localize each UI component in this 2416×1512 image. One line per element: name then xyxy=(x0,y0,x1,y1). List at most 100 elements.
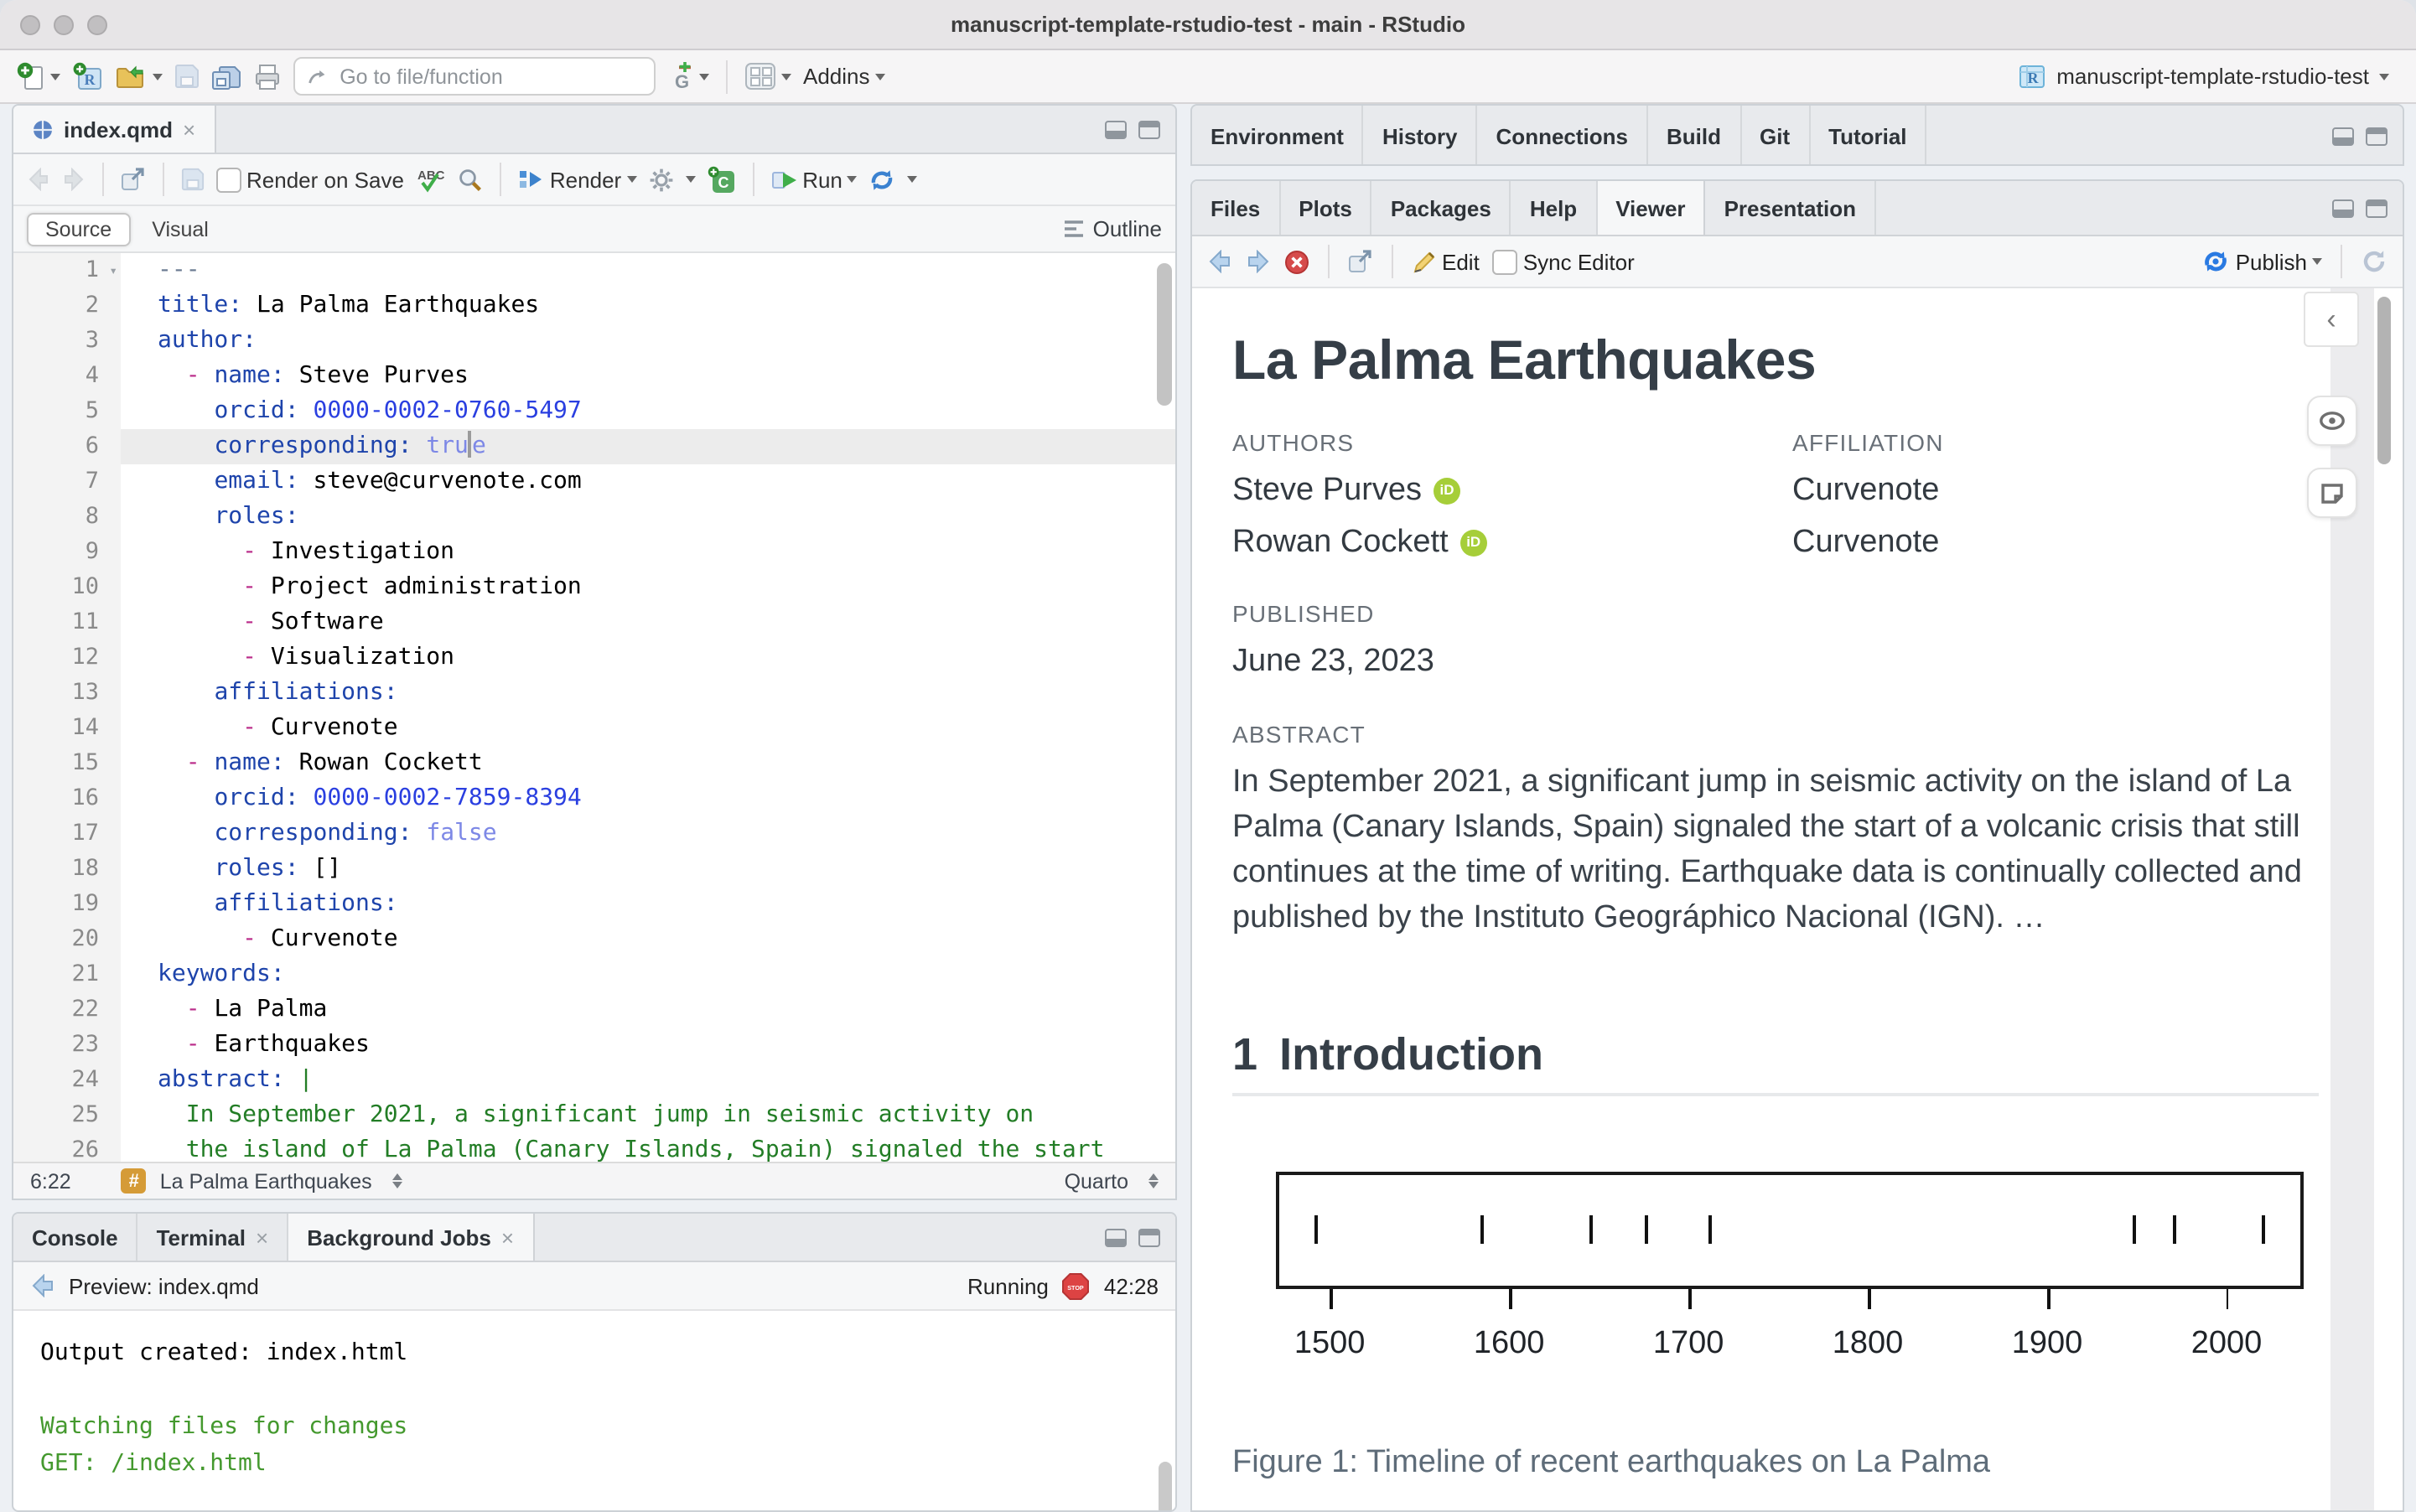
tab-background-jobs[interactable]: Background Jobs × xyxy=(288,1214,534,1261)
new-project-button[interactable]: R xyxy=(72,61,104,91)
maximize-pane-icon[interactable] xyxy=(2366,199,2387,217)
refresh-icon[interactable] xyxy=(2361,248,2387,275)
code-line[interactable]: 9 - Investigation xyxy=(13,535,1175,570)
viewer-content[interactable]: La Palma Earthquakes AUTHORS Steve Purve… xyxy=(1192,288,2403,1510)
fold-icon[interactable]: ▾ xyxy=(109,253,117,288)
stop-icon[interactable]: STOP xyxy=(1062,1271,1091,1300)
forward-icon[interactable] xyxy=(62,168,86,191)
orcid-icon[interactable]: iD xyxy=(1459,529,1487,556)
minimize-pane-icon[interactable] xyxy=(1105,1228,1127,1246)
tab-help[interactable]: Help xyxy=(1511,181,1598,235)
code-line[interactable]: 11 - Software xyxy=(13,605,1175,640)
code-line[interactable]: 4 - name: Steve Purves xyxy=(13,359,1175,394)
code-line[interactable]: 25 In September 2021, a significant jump… xyxy=(13,1098,1175,1133)
gear-icon[interactable] xyxy=(648,167,673,192)
code-line[interactable]: 26 the island of La Palma (Canary Island… xyxy=(13,1133,1175,1165)
tab-terminal[interactable]: Terminal × xyxy=(138,1214,289,1261)
close-icon[interactable]: × xyxy=(501,1225,514,1250)
section-selector[interactable]: La Palma Earthquakes xyxy=(160,1169,372,1193)
code-line[interactable]: 3 author: xyxy=(13,324,1175,359)
code-line[interactable]: 20 - Curvenote xyxy=(13,922,1175,957)
edit-button[interactable]: Edit xyxy=(1412,249,1480,274)
back-icon[interactable] xyxy=(1207,250,1232,273)
tab-presentation[interactable]: Presentation xyxy=(1706,181,1877,235)
tab-connections[interactable]: Connections xyxy=(1478,106,1648,164)
visibility-button[interactable] xyxy=(2307,396,2357,446)
code-line[interactable]: 6 corresponding: tru e xyxy=(13,429,1175,464)
popout-icon[interactable] xyxy=(1348,250,1373,273)
publish-button[interactable]: Publish xyxy=(2202,248,2322,275)
mode-spinner-icon[interactable] xyxy=(1148,1173,1159,1188)
tab-history[interactable]: History xyxy=(1364,106,1478,164)
maximize-pane-icon[interactable] xyxy=(1138,120,1160,138)
code-line[interactable]: 8 roles: xyxy=(13,500,1175,535)
clear-viewer-icon[interactable] xyxy=(1284,249,1309,274)
search-icon[interactable] xyxy=(458,167,483,192)
code-line[interactable]: 16 orcid: 0000-0002-7859-8394 xyxy=(13,781,1175,816)
save-all-button[interactable] xyxy=(211,63,241,90)
tab-plots[interactable]: Plots xyxy=(1280,181,1372,235)
tab-console[interactable]: Console xyxy=(13,1214,138,1261)
print-button[interactable] xyxy=(253,63,282,90)
code-line[interactable]: 7 email: steve@curvenote.com xyxy=(13,464,1175,500)
tab-files[interactable]: Files xyxy=(1192,181,1281,235)
code-line[interactable]: 2 title: La Palma Earthquakes xyxy=(13,288,1175,324)
tab-git[interactable]: Git xyxy=(1741,106,1811,164)
editor-scrollbar-thumb[interactable] xyxy=(1157,263,1172,406)
console-scrollbar-thumb[interactable] xyxy=(1159,1462,1172,1510)
back-icon[interactable] xyxy=(30,1274,55,1297)
orcid-icon[interactable]: iD xyxy=(1434,477,1460,504)
run-button[interactable]: Run xyxy=(770,167,858,192)
code-line[interactable]: 10 - Project administration xyxy=(13,570,1175,605)
addins-button[interactable]: Addins xyxy=(803,64,885,89)
tab-environment[interactable]: Environment xyxy=(1192,106,1364,164)
forward-icon[interactable] xyxy=(1246,250,1271,273)
source-mode-button[interactable]: Source xyxy=(27,212,131,246)
tab-packages[interactable]: Packages xyxy=(1372,181,1511,235)
spellcheck-icon[interactable]: ABC xyxy=(416,165,446,194)
code-line[interactable]: 1 ▾ --- xyxy=(13,253,1175,288)
code-line[interactable]: 18 roles: [] xyxy=(13,852,1175,887)
code-editor[interactable]: 1 ▾ --- 2 title: La Palma Earthquakes 3 author… xyxy=(13,253,1175,1165)
code-line[interactable]: 17 corresponding: false xyxy=(13,816,1175,852)
console-output[interactable]: Output created: index.html Watching file… xyxy=(13,1311,1175,1510)
goto-file-search[interactable] xyxy=(293,57,656,96)
outline-toggle[interactable]: Outline xyxy=(1063,216,1162,241)
open-file-button[interactable] xyxy=(116,63,163,90)
rerun-icon[interactable] xyxy=(869,167,896,192)
code-line[interactable]: 23 - Earthquakes xyxy=(13,1028,1175,1063)
tab-viewer[interactable]: Viewer xyxy=(1597,181,1706,235)
visual-mode-button[interactable]: Visual xyxy=(133,212,227,246)
code-line[interactable]: 12 - Visualization xyxy=(13,640,1175,676)
code-line[interactable]: 21 keywords: xyxy=(13,957,1175,992)
sync-editor-checkbox[interactable]: Sync Editor xyxy=(1492,249,1635,274)
render-on-save-checkbox[interactable]: Render on Save xyxy=(216,167,404,192)
code-line[interactable]: 24 abstract: | xyxy=(13,1063,1175,1098)
back-icon[interactable] xyxy=(27,168,50,191)
code-line[interactable]: 5 orcid: 0000-0002-0760-5497 xyxy=(13,394,1175,429)
goto-file-input[interactable] xyxy=(336,63,642,90)
close-icon[interactable]: × xyxy=(256,1225,268,1250)
code-line[interactable]: 14 - Curvenote xyxy=(13,711,1175,746)
save-icon[interactable] xyxy=(181,168,205,191)
workspace-panes-button[interactable] xyxy=(744,62,791,91)
code-line[interactable]: 19 affiliations: xyxy=(13,887,1175,922)
tab-build[interactable]: Build xyxy=(1648,106,1741,164)
maximize-pane-icon[interactable] xyxy=(1138,1228,1160,1246)
code-line[interactable]: 15 - name: Rowan Cockett xyxy=(13,746,1175,781)
annotation-button[interactable] xyxy=(2307,468,2357,518)
code-line[interactable]: 13 affiliations: xyxy=(13,676,1175,711)
section-spinner-icon[interactable] xyxy=(391,1173,402,1188)
render-button[interactable]: Render xyxy=(518,167,637,192)
close-icon[interactable]: × xyxy=(183,117,195,142)
viewer-scrollbar-thumb[interactable] xyxy=(2377,297,2391,464)
new-file-button[interactable] xyxy=(17,62,60,91)
file-mode[interactable]: Quarto xyxy=(1065,1169,1128,1193)
restore-pane-icon[interactable] xyxy=(2332,127,2354,145)
collapse-panel-button[interactable]: ‹ xyxy=(2304,292,2359,347)
code-line[interactable]: 22 - La Palma xyxy=(13,992,1175,1028)
popout-icon[interactable] xyxy=(121,168,146,191)
minimize-pane-icon[interactable] xyxy=(1105,120,1127,138)
minimize-pane-icon[interactable] xyxy=(2332,199,2354,217)
save-button[interactable] xyxy=(174,64,200,89)
